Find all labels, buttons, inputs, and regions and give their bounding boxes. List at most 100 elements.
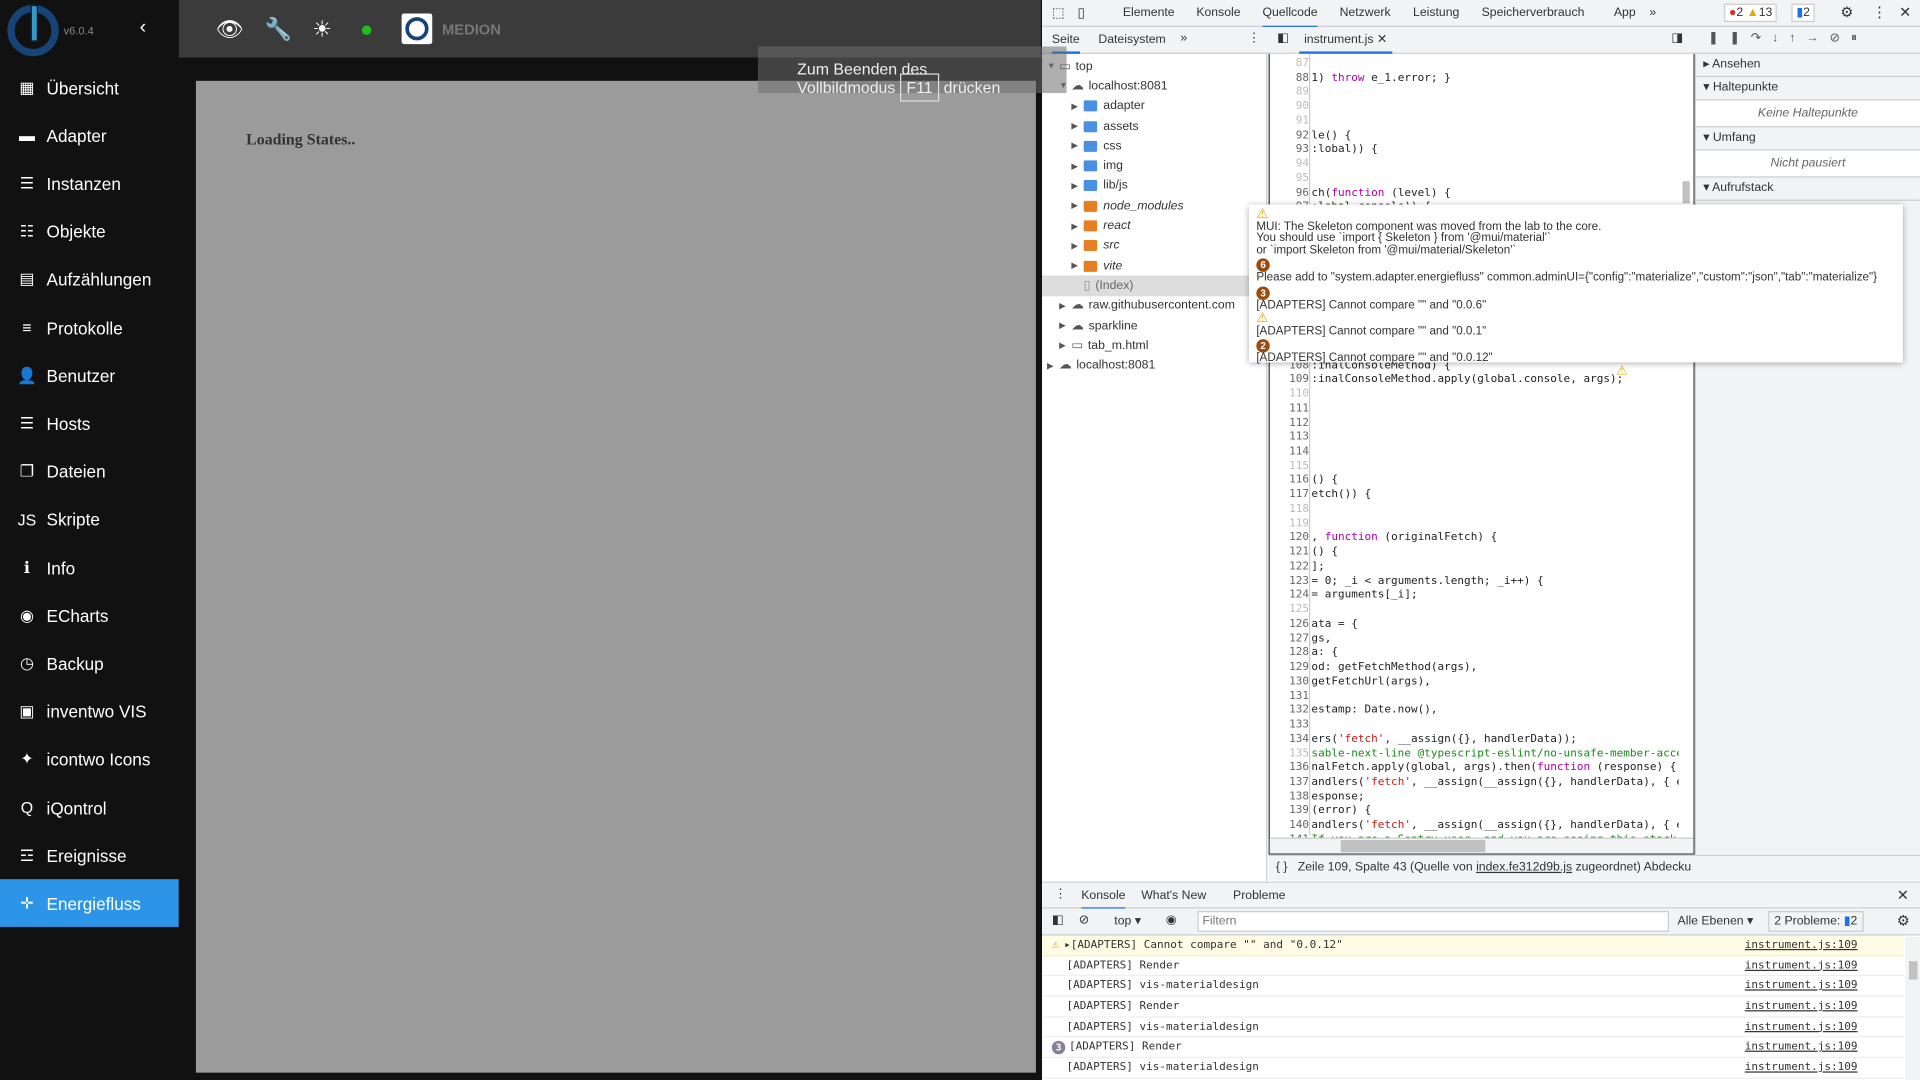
close-icon[interactable]: ✕ <box>1899 4 1911 21</box>
console-message[interactable]: ⚠ ▸[ADAPTERS] Cannot compare "" and "0.0.… <box>1042 935 1905 956</box>
sidebar-item-objekte[interactable]: ☷ Objekte <box>0 208 179 256</box>
section-breakpoints[interactable]: ▾ Haltepunkte <box>1695 77 1920 101</box>
warning-icon[interactable]: ⚠ <box>1616 365 1627 378</box>
messages-counter[interactable]: ▮2 <box>1791 3 1815 23</box>
sidebar-item-protokolle[interactable]: ≡ Protokolle <box>0 304 179 352</box>
settings-gear-icon[interactable]: ⚙ <box>1840 4 1853 21</box>
tab-netzwerk[interactable]: Netzwerk <box>1340 6 1391 19</box>
sidebar-item-icontwo-icons[interactable]: ✦ icontwo Icons <box>0 736 179 784</box>
tree-item[interactable]: ▶ assets <box>1042 116 1266 136</box>
pretty-print-icon[interactable]: { } <box>1276 861 1288 874</box>
tree-item[interactable]: ▶ adapter <box>1042 96 1266 116</box>
more-tabs-icon[interactable]: » <box>1649 6 1656 19</box>
tab-app[interactable]: App <box>1614 6 1636 19</box>
collapsed-arrow-icon[interactable]: ▶ <box>1071 201 1083 211</box>
sidebar-item--bersicht[interactable]: ▦ Übersicht <box>0 64 179 112</box>
source-link[interactable]: instrument.js:109 <box>1745 1041 1858 1053</box>
sidebar-item-ereignisse[interactable]: ☲ Ereignisse <box>0 832 179 880</box>
section-scope[interactable]: ▾ Umfang <box>1695 127 1920 151</box>
brightness-icon[interactable]: ☀ <box>312 17 332 43</box>
close-drawer-icon[interactable]: ✕ <box>1897 887 1909 904</box>
nav-menu-icon[interactable]: ⋮ <box>1248 32 1260 45</box>
sidebar-item-hosts[interactable]: ☰ Hosts <box>0 400 179 448</box>
collapsed-arrow-icon[interactable]: ▶ <box>1071 241 1083 251</box>
console-scrollbar[interactable] <box>1905 936 1920 1080</box>
tree-item[interactable]: ▶ react <box>1042 216 1266 236</box>
tab-speicherverbrauch[interactable]: Speicherverbrauch <box>1482 6 1585 19</box>
collapsed-arrow-icon[interactable]: ▶ <box>1059 321 1071 331</box>
file-tab[interactable]: instrument.js ✕ <box>1299 33 1393 54</box>
eye-icon[interactable]: 👁 <box>216 17 244 43</box>
tree-item[interactable]: ▶ img <box>1042 156 1266 176</box>
tree-item[interactable]: ▯ (Index) <box>1042 275 1267 296</box>
sidebar-item-instanzen[interactable]: ☰ Instanzen <box>0 160 179 208</box>
sidebar-item-inventwo-vis[interactable]: ▣ inventwo VIS <box>0 688 179 736</box>
collapsed-arrow-icon[interactable]: ▶ <box>1071 141 1083 151</box>
tab-konsole[interactable]: Konsole <box>1081 889 1126 910</box>
more-options-icon[interactable]: ⋮ <box>1872 4 1887 21</box>
collapsed-arrow-icon[interactable]: ▶ <box>1047 361 1059 371</box>
sidebar-item-energiefluss[interactable]: ✛ Energiefluss <box>0 879 179 928</box>
console-message[interactable]: [ADAPTERS] vis-materialdesign instrument.… <box>1042 1017 1905 1038</box>
console-message[interactable]: [ADAPTERS] Render instrument.js:109 <box>1042 956 1905 977</box>
tree-item[interactable]: ▶ lib/js <box>1042 176 1266 196</box>
tab-leistung[interactable]: Leistung <box>1413 6 1459 19</box>
collapsed-arrow-icon[interactable]: ▶ <box>1071 181 1083 191</box>
sidebar-item-backup[interactable]: ◷ Backup <box>0 640 179 688</box>
sidebar-item-benutzer[interactable]: 👤 Benutzer <box>0 352 179 400</box>
wrench-icon[interactable]: 🔧 <box>264 17 291 43</box>
live-expression-eye-icon[interactable]: ◉ <box>1166 913 1177 926</box>
tree-item[interactable]: ▶ ☁ sparkline <box>1042 316 1266 336</box>
context-select[interactable]: top ▾ <box>1114 915 1141 928</box>
toggle-debugger-icon[interactable]: ◨ <box>1671 32 1683 45</box>
console-message[interactable]: 3 [ADAPTERS] Render instrument.js:109 <box>1042 1038 1905 1059</box>
tree-item[interactable]: ▶ vite <box>1042 256 1266 276</box>
tree-item[interactable]: ▼▭top <box>1042 56 1266 76</box>
source-link[interactable]: instrument.js:109 <box>1745 959 1858 971</box>
issues-counter[interactable]: ●2 ▲13 <box>1724 3 1778 23</box>
tree-item[interactable]: ▶ src <box>1042 236 1266 256</box>
source-link[interactable]: instrument.js:109 <box>1745 1062 1858 1074</box>
tree-item[interactable]: ▶ node_modules <box>1042 196 1266 216</box>
sidebar-item-aufz-hlungen[interactable]: ▤ Aufzählungen <box>0 256 179 304</box>
console-message[interactable]: [ADAPTERS] vis-materialdesign instrument.… <box>1042 976 1905 997</box>
tab-probleme[interactable]: Probleme <box>1233 889 1285 902</box>
tree-item[interactable]: ▶ css <box>1042 136 1266 156</box>
toggle-navigator-icon[interactable]: ◧ <box>1277 32 1289 45</box>
sidebar-item-skripte[interactable]: JS Skripte <box>0 496 179 544</box>
collapsed-arrow-icon[interactable]: ▶ <box>1059 301 1071 311</box>
collapsed-arrow-icon[interactable]: ▶ <box>1071 161 1083 171</box>
sidebar-item-dateien[interactable]: ❐ Dateien <box>0 448 179 496</box>
debugger-controls[interactable]: ❚❚↷↓↑→⊘⏸ <box>1708 32 1868 45</box>
levels-select[interactable]: Alle Ebenen ▾ <box>1678 915 1754 928</box>
console-settings-icon[interactable]: ⚙ <box>1897 912 1910 929</box>
collapsed-arrow-icon[interactable]: ▶ <box>1059 341 1071 351</box>
more-nav-icon[interactable]: » <box>1180 32 1187 45</box>
tree-item[interactable]: ▶ ▭ tab_m.html <box>1042 336 1266 356</box>
inspect-icon[interactable]: ⬚ <box>1052 5 1065 21</box>
host-logo[interactable] <box>401 13 433 45</box>
horizontal-scrollbar[interactable] <box>1269 837 1694 854</box>
sidebar-item-echarts[interactable]: ◉ ECharts <box>0 592 179 640</box>
sidebar-item-iqontrol[interactable]: QiQontrol <box>0 784 179 832</box>
tab-konsole[interactable]: Konsole <box>1196 6 1240 19</box>
source-map-link[interactable]: index.fe312d9b.js <box>1476 861 1572 874</box>
tree-item[interactable]: ▶ ☁ raw.githubusercontent.com <box>1042 296 1266 316</box>
source-link[interactable]: instrument.js:109 <box>1745 1021 1858 1033</box>
tab-quellcode[interactable]: Quellcode <box>1262 6 1318 29</box>
tab-dateisystem[interactable]: Dateisystem <box>1098 33 1165 46</box>
console-message[interactable]: [ADAPTERS] vis-materialdesign instrument.… <box>1042 1058 1905 1079</box>
sidebar-toggle-icon[interactable]: ◧ <box>1052 913 1064 926</box>
expert-head-icon[interactable]: ● <box>360 17 373 43</box>
drawer-menu-icon[interactable]: ⋮ <box>1054 888 1066 901</box>
device-icon[interactable]: ▯ <box>1078 5 1085 21</box>
collapse-sidebar-button[interactable]: ‹ <box>140 17 147 39</box>
collapsed-arrow-icon[interactable]: ▶ <box>1071 101 1083 112</box>
sidebar-item-adapter[interactable]: ▬ Adapter <box>0 112 179 160</box>
collapsed-arrow-icon[interactable]: ▶ <box>1071 261 1083 271</box>
tab-whats-new[interactable]: What's New <box>1141 889 1206 902</box>
tab-elemente[interactable]: Elemente <box>1123 6 1175 19</box>
code-editor[interactable]: 87 88 1) throw e_1.error; } 89 90 91 92 le() {9… <box>1268 53 1695 855</box>
collapsed-arrow-icon[interactable]: ▶ <box>1071 221 1083 231</box>
source-link[interactable]: instrument.js:109 <box>1745 939 1858 951</box>
